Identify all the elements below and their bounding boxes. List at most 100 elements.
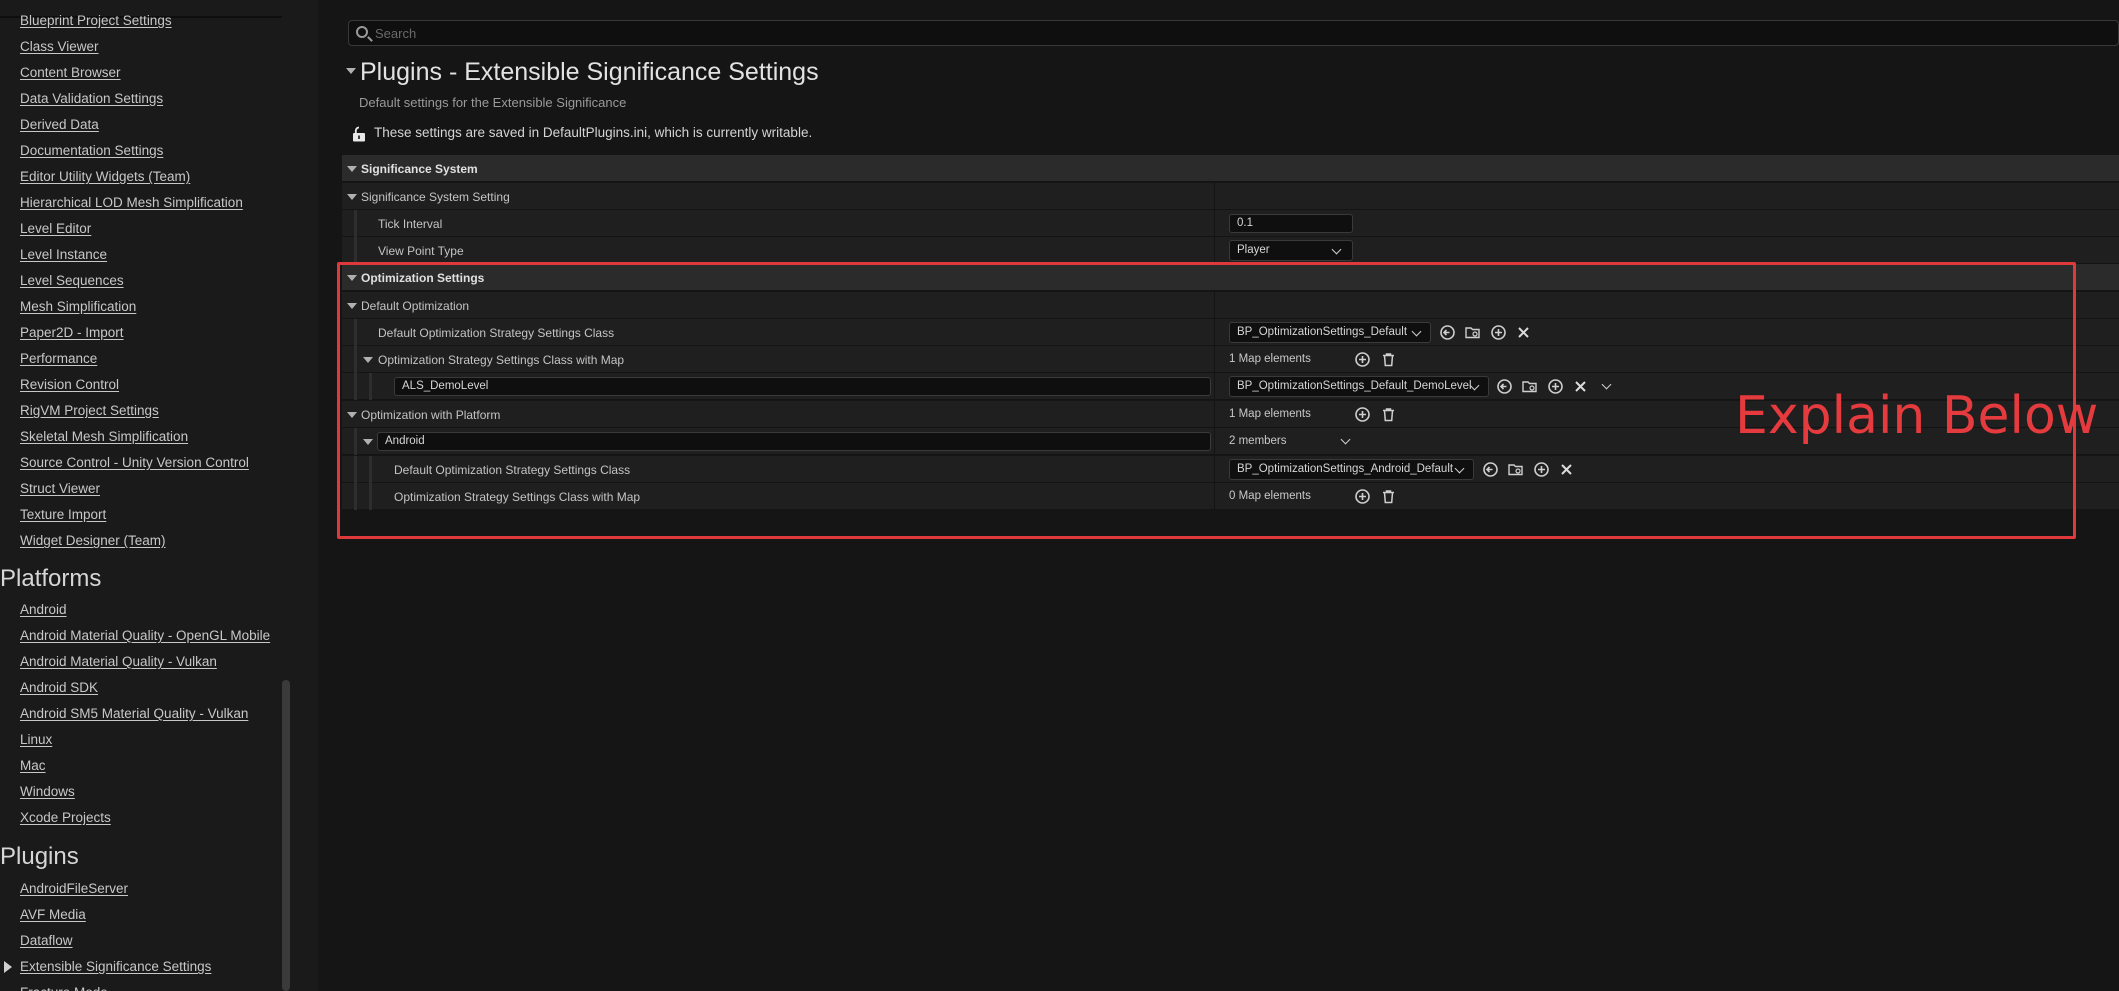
- sidebar-link-level-editor[interactable]: Level Editor: [20, 221, 91, 236]
- sidebar-link-android-material-quality-opengl-mobile[interactable]: Android Material Quality - OpenGL Mobile: [20, 628, 270, 643]
- sidebar-link-extensible-significance-settings[interactable]: Extensible Significance Settings: [20, 959, 211, 974]
- add-icon[interactable]: [1490, 324, 1507, 341]
- sidebar-link-paper2d-import[interactable]: Paper2D - Import: [20, 325, 124, 340]
- add-element-icon[interactable]: [1354, 488, 1371, 505]
- collapse-arrow-icon[interactable]: [346, 68, 356, 74]
- browse-folder-icon[interactable]: [1507, 461, 1524, 478]
- default-strategy-class-picker[interactable]: BP_OptimizationSettings_Default: [1229, 322, 1431, 343]
- indent-bar: [369, 456, 372, 483]
- column-divider[interactable]: [1214, 483, 1215, 510]
- config-save-note: These settings are saved in DefaultPlugi…: [374, 125, 813, 140]
- sidebar-link-derived-data[interactable]: Derived Data: [20, 117, 99, 132]
- sidebar-scrollbar-thumb[interactable]: [282, 680, 290, 991]
- indent-bar: [354, 483, 357, 510]
- browse-folder-icon[interactable]: [1521, 378, 1538, 395]
- sidebar-link-linux[interactable]: Linux: [20, 732, 52, 747]
- struct-default-optimization[interactable]: Default Optimization: [342, 292, 2119, 319]
- sidebar-link-windows[interactable]: Windows: [20, 784, 75, 799]
- tick-interval-input[interactable]: 0.1: [1229, 214, 1353, 233]
- trash-icon[interactable]: [1380, 406, 1397, 423]
- chevron-down-icon: [1411, 326, 1422, 337]
- collapse-arrow-icon[interactable]: [347, 303, 357, 309]
- chevron-down-icon[interactable]: [1601, 379, 1612, 390]
- sidebar-link-widget-designer-team[interactable]: Widget Designer (Team): [20, 533, 166, 548]
- sidebar-link-avf-media[interactable]: AVF Media: [20, 907, 86, 922]
- collapse-arrow-icon[interactable]: [347, 275, 357, 281]
- column-divider[interactable]: [1214, 292, 1215, 319]
- category-optimization-settings[interactable]: Optimization Settings: [342, 264, 2119, 291]
- clear-icon[interactable]: [1515, 324, 1532, 341]
- indent-bar: [369, 483, 372, 510]
- struct-member-count: 2 members: [1229, 435, 1287, 447]
- sidebar-link-level-sequences[interactable]: Level Sequences: [20, 273, 124, 288]
- add-element-icon[interactable]: [1354, 406, 1371, 423]
- sidebar-link-source-control-unity-version-control[interactable]: Source Control - Unity Version Control: [20, 455, 249, 470]
- platform-default-class-picker[interactable]: BP_OptimizationSettings_Android_Default: [1229, 459, 1474, 480]
- sidebar-link-class-viewer[interactable]: Class Viewer: [20, 39, 99, 54]
- sidebar-link-android-sm5-material-quality-vulkan[interactable]: Android SM5 Material Quality - Vulkan: [20, 706, 248, 721]
- use-selected-icon[interactable]: [1482, 461, 1499, 478]
- chevron-down-icon[interactable]: [1340, 434, 1351, 445]
- column-divider[interactable]: [1214, 237, 1215, 264]
- collapse-arrow-icon[interactable]: [363, 439, 373, 445]
- sidebar-link-documentation-settings[interactable]: Documentation Settings: [20, 143, 163, 158]
- use-selected-icon[interactable]: [1496, 378, 1513, 395]
- sidebar-link-rigvm-project-settings[interactable]: RigVM Project Settings: [20, 403, 159, 418]
- column-divider[interactable]: [1214, 373, 1215, 400]
- sidebar-link-level-instance[interactable]: Level Instance: [20, 247, 107, 262]
- map-key-input[interactable]: ALS_DemoLevel: [394, 377, 1211, 396]
- sidebar-link-android-sdk[interactable]: Android SDK: [20, 680, 98, 695]
- sidebar-link-blueprint-project-settings[interactable]: Blueprint Project Settings: [20, 13, 172, 28]
- category-label: Optimization Settings: [361, 271, 485, 285]
- sidebar-link-xcode-projects[interactable]: Xcode Projects: [20, 810, 111, 825]
- column-divider[interactable]: [1214, 346, 1215, 373]
- sidebar-link-editor-utility-widgets-team[interactable]: Editor Utility Widgets (Team): [20, 169, 190, 184]
- add-icon[interactable]: [1533, 461, 1550, 478]
- indent-bar: [354, 210, 357, 237]
- dropdown-value: BP_OptimizationSettings_Default_DemoLeve…: [1237, 380, 1472, 392]
- sidebar-link-android-material-quality-vulkan[interactable]: Android Material Quality - Vulkan: [20, 654, 217, 669]
- sidebar-link-androidfileserver[interactable]: AndroidFileServer: [20, 881, 128, 896]
- clear-icon[interactable]: [1572, 378, 1589, 395]
- indent-bar: [354, 456, 357, 483]
- struct-significance-system-setting[interactable]: Significance System Setting: [342, 183, 2119, 210]
- sidebar-link-dataflow[interactable]: Dataflow: [20, 933, 73, 948]
- sidebar-link-fracture-mode[interactable]: Fracture Mode: [20, 985, 108, 991]
- trash-icon[interactable]: [1380, 488, 1397, 505]
- sidebar-link-data-validation-settings[interactable]: Data Validation Settings: [20, 91, 163, 106]
- sidebar-link-texture-import[interactable]: Texture Import: [20, 507, 106, 522]
- category-significance-system[interactable]: Significance System: [342, 155, 2119, 182]
- settings-sidebar: Blueprint Project Settings Class Viewer Co…: [0, 0, 318, 991]
- column-divider[interactable]: [1214, 319, 1215, 346]
- collapse-arrow-icon[interactable]: [347, 166, 357, 172]
- sidebar-link-struct-viewer[interactable]: Struct Viewer: [20, 481, 100, 496]
- platform-key-input[interactable]: Android: [377, 432, 1211, 451]
- collapse-arrow-icon[interactable]: [363, 357, 373, 363]
- sidebar-link-skeletal-mesh-simplification[interactable]: Skeletal Mesh Simplification: [20, 429, 188, 444]
- column-divider[interactable]: [1214, 183, 1215, 210]
- sidebar-link-performance[interactable]: Performance: [20, 351, 97, 366]
- sidebar-link-revision-control[interactable]: Revision Control: [20, 377, 119, 392]
- add-element-icon[interactable]: [1354, 351, 1371, 368]
- collapse-arrow-icon[interactable]: [347, 412, 357, 418]
- search-input[interactable]: [375, 23, 2075, 43]
- column-divider[interactable]: [1214, 210, 1215, 237]
- search-box[interactable]: [348, 20, 2119, 46]
- column-divider[interactable]: [1214, 428, 1215, 455]
- sidebar-link-mesh-simplification[interactable]: Mesh Simplification: [20, 299, 136, 314]
- add-icon[interactable]: [1547, 378, 1564, 395]
- sidebar-link-mac[interactable]: Mac: [20, 758, 46, 773]
- trash-icon[interactable]: [1380, 351, 1397, 368]
- use-selected-icon[interactable]: [1439, 324, 1456, 341]
- sidebar-link-content-browser[interactable]: Content Browser: [20, 65, 121, 80]
- browse-folder-icon[interactable]: [1464, 324, 1481, 341]
- sidebar-link-hierarchical-lod-mesh-simplification[interactable]: Hierarchical LOD Mesh Simplification: [20, 195, 243, 210]
- clear-icon[interactable]: [1558, 461, 1575, 478]
- column-divider[interactable]: [1214, 401, 1215, 428]
- category-label: Significance System: [361, 162, 478, 176]
- view-point-type-dropdown[interactable]: Player: [1229, 240, 1353, 261]
- map-value-class-picker[interactable]: BP_OptimizationSettings_Default_DemoLeve…: [1229, 376, 1489, 397]
- column-divider[interactable]: [1214, 456, 1215, 483]
- sidebar-link-android[interactable]: Android: [20, 602, 67, 617]
- collapse-arrow-icon[interactable]: [347, 194, 357, 200]
